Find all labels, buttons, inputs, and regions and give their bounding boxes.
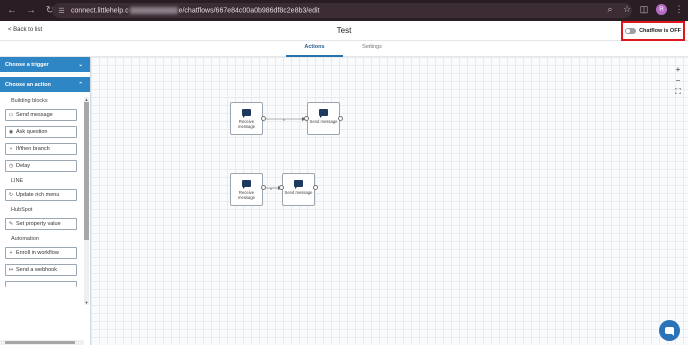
tab-bar: Actions Settings: [0, 41, 688, 57]
action-label: Ask question: [16, 129, 48, 135]
chevron-down-icon: ⌄: [78, 61, 83, 68]
refresh-icon: ↻: [8, 192, 14, 198]
choose-action-label: Choose an action: [5, 81, 51, 88]
redacted-url-segment: [129, 6, 178, 14]
tab-actions[interactable]: Actions: [286, 44, 343, 57]
connector-2-delete-label[interactable]: x: [270, 186, 272, 191]
app-header: < Back to list Test Chatflow is OFF: [0, 21, 688, 41]
connections-layer: x x: [265, 117, 306, 191]
action-label: Set property value: [16, 221, 61, 227]
chat-icon: [242, 180, 251, 189]
action-set-property-value[interactable]: ✎ Set property value: [5, 218, 77, 230]
action-ask-question[interactable]: ◉ Ask question: [5, 126, 77, 138]
group-label-hubspot: HubSpot: [11, 207, 33, 213]
action-list: Building blocks ▭ Send message ◉ Ask quest…: [0, 92, 91, 345]
bookmark-star-icon[interactable]: ☆: [622, 4, 632, 15]
message-icon: ▭: [8, 112, 14, 118]
output-port[interactable]: [261, 185, 266, 190]
scrollbar-thumb[interactable]: [84, 102, 89, 240]
output-port[interactable]: [338, 116, 343, 121]
action-label: If/then branch: [16, 146, 50, 152]
action-label: Enroll in workflow: [16, 250, 59, 256]
chatflow-toggle-highlight[interactable]: Chatflow is OFF: [621, 21, 685, 41]
chat-icon: [294, 180, 303, 189]
node-label: Send message: [284, 190, 313, 195]
clock-icon: ◷: [8, 163, 14, 169]
action-if-then-branch[interactable]: ⑂ If/then branch: [5, 143, 77, 155]
node-send-message[interactable]: Send message: [307, 102, 340, 135]
node-receive-message[interactable]: Receive message: [230, 102, 263, 135]
choose-action-header[interactable]: Choose an action ⌃: [0, 77, 90, 92]
output-port[interactable]: [261, 116, 266, 121]
choose-trigger-label: Choose a trigger: [5, 61, 49, 68]
choose-trigger-header[interactable]: Choose a trigger ⌄: [0, 57, 90, 72]
action-enroll-in-workflow[interactable]: + Enroll in workflow: [5, 247, 77, 259]
scroll-up-icon[interactable]: ▲: [84, 97, 89, 102]
back-arrow-icon[interactable]: ←: [5, 4, 19, 18]
group-label-building-blocks: Building blocks: [11, 98, 48, 104]
horizontal-scrollbar-thumb[interactable]: [5, 341, 75, 344]
branch-icon: ⑂: [9, 146, 13, 152]
node-send-message[interactable]: Send message: [282, 173, 315, 206]
chat-icon: [319, 109, 328, 118]
node-receive-message[interactable]: Receive message: [230, 173, 263, 206]
sidebar-horizontal-scrollbar[interactable]: [0, 340, 84, 345]
connector-1-delete-label[interactable]: x: [283, 117, 285, 122]
node-label: Receive message: [238, 119, 255, 129]
chevron-up-icon: ⌃: [78, 81, 83, 88]
action-label: Send a webhook: [16, 267, 57, 273]
address-bar[interactable]: ☰ connect.littlehelp.c e/chatflows/667e84…: [52, 3, 632, 18]
chatflow-toggle-switch[interactable]: [625, 28, 637, 34]
action-partial-next[interactable]: [5, 281, 77, 287]
action-send-message[interactable]: ▭ Send message: [5, 109, 77, 121]
action-label: Send message: [16, 112, 53, 118]
sidebar-scrollbar[interactable]: ▲ ▼: [84, 97, 89, 305]
plus-icon: +: [9, 250, 13, 256]
node-label: Receive message: [238, 190, 255, 200]
action-delay[interactable]: ◷ Delay: [5, 160, 77, 172]
extensions-icon[interactable]: ◫: [639, 4, 649, 15]
action-label: Update rich menu: [16, 192, 60, 198]
chat-bubble-icon: [665, 327, 674, 336]
browser-menu-icon[interactable]: ⋮: [674, 4, 684, 15]
scroll-down-icon[interactable]: ▼: [84, 300, 89, 305]
pencil-icon: ✎: [8, 221, 14, 227]
chat-icon: [242, 109, 251, 118]
sidebar: Choose a trigger ⌄ Choose an action ⌃ Bu…: [0, 57, 91, 345]
output-port[interactable]: [313, 185, 318, 190]
zoom-icon[interactable]: ⌕: [605, 4, 615, 15]
group-label-automation: Automation: [11, 236, 39, 242]
input-port[interactable]: [279, 185, 284, 190]
flow-canvas[interactable]: + − ⛶ x x Receive message Send message R…: [91, 57, 688, 345]
chat-support-button[interactable]: [659, 320, 680, 341]
node-label: Send message: [309, 119, 338, 124]
action-send-webhook[interactable]: ↦ Send a webhook: [5, 264, 77, 276]
webhook-icon: ↦: [8, 267, 14, 273]
forward-arrow-icon[interactable]: →: [24, 4, 38, 18]
tab-settings[interactable]: Settings: [356, 44, 388, 50]
profile-avatar[interactable]: R: [656, 4, 667, 15]
action-label: Delay: [16, 163, 31, 169]
question-icon: ◉: [8, 129, 14, 135]
action-update-rich-menu[interactable]: ↻ Update rich menu: [5, 189, 77, 201]
input-port[interactable]: [304, 116, 309, 121]
page-title: Test: [336, 26, 352, 35]
url-text: connect.littlehelp.c e/chatflows/667e84c0…: [71, 6, 320, 15]
site-info-icon[interactable]: ☰: [57, 6, 66, 15]
chatflow-status-label: Chatflow is OFF: [639, 28, 681, 34]
group-label-line: LINE: [11, 178, 24, 184]
browser-toolbar: ← → ↻ ☰ connect.littlehelp.c e/chatflows/…: [0, 0, 688, 21]
